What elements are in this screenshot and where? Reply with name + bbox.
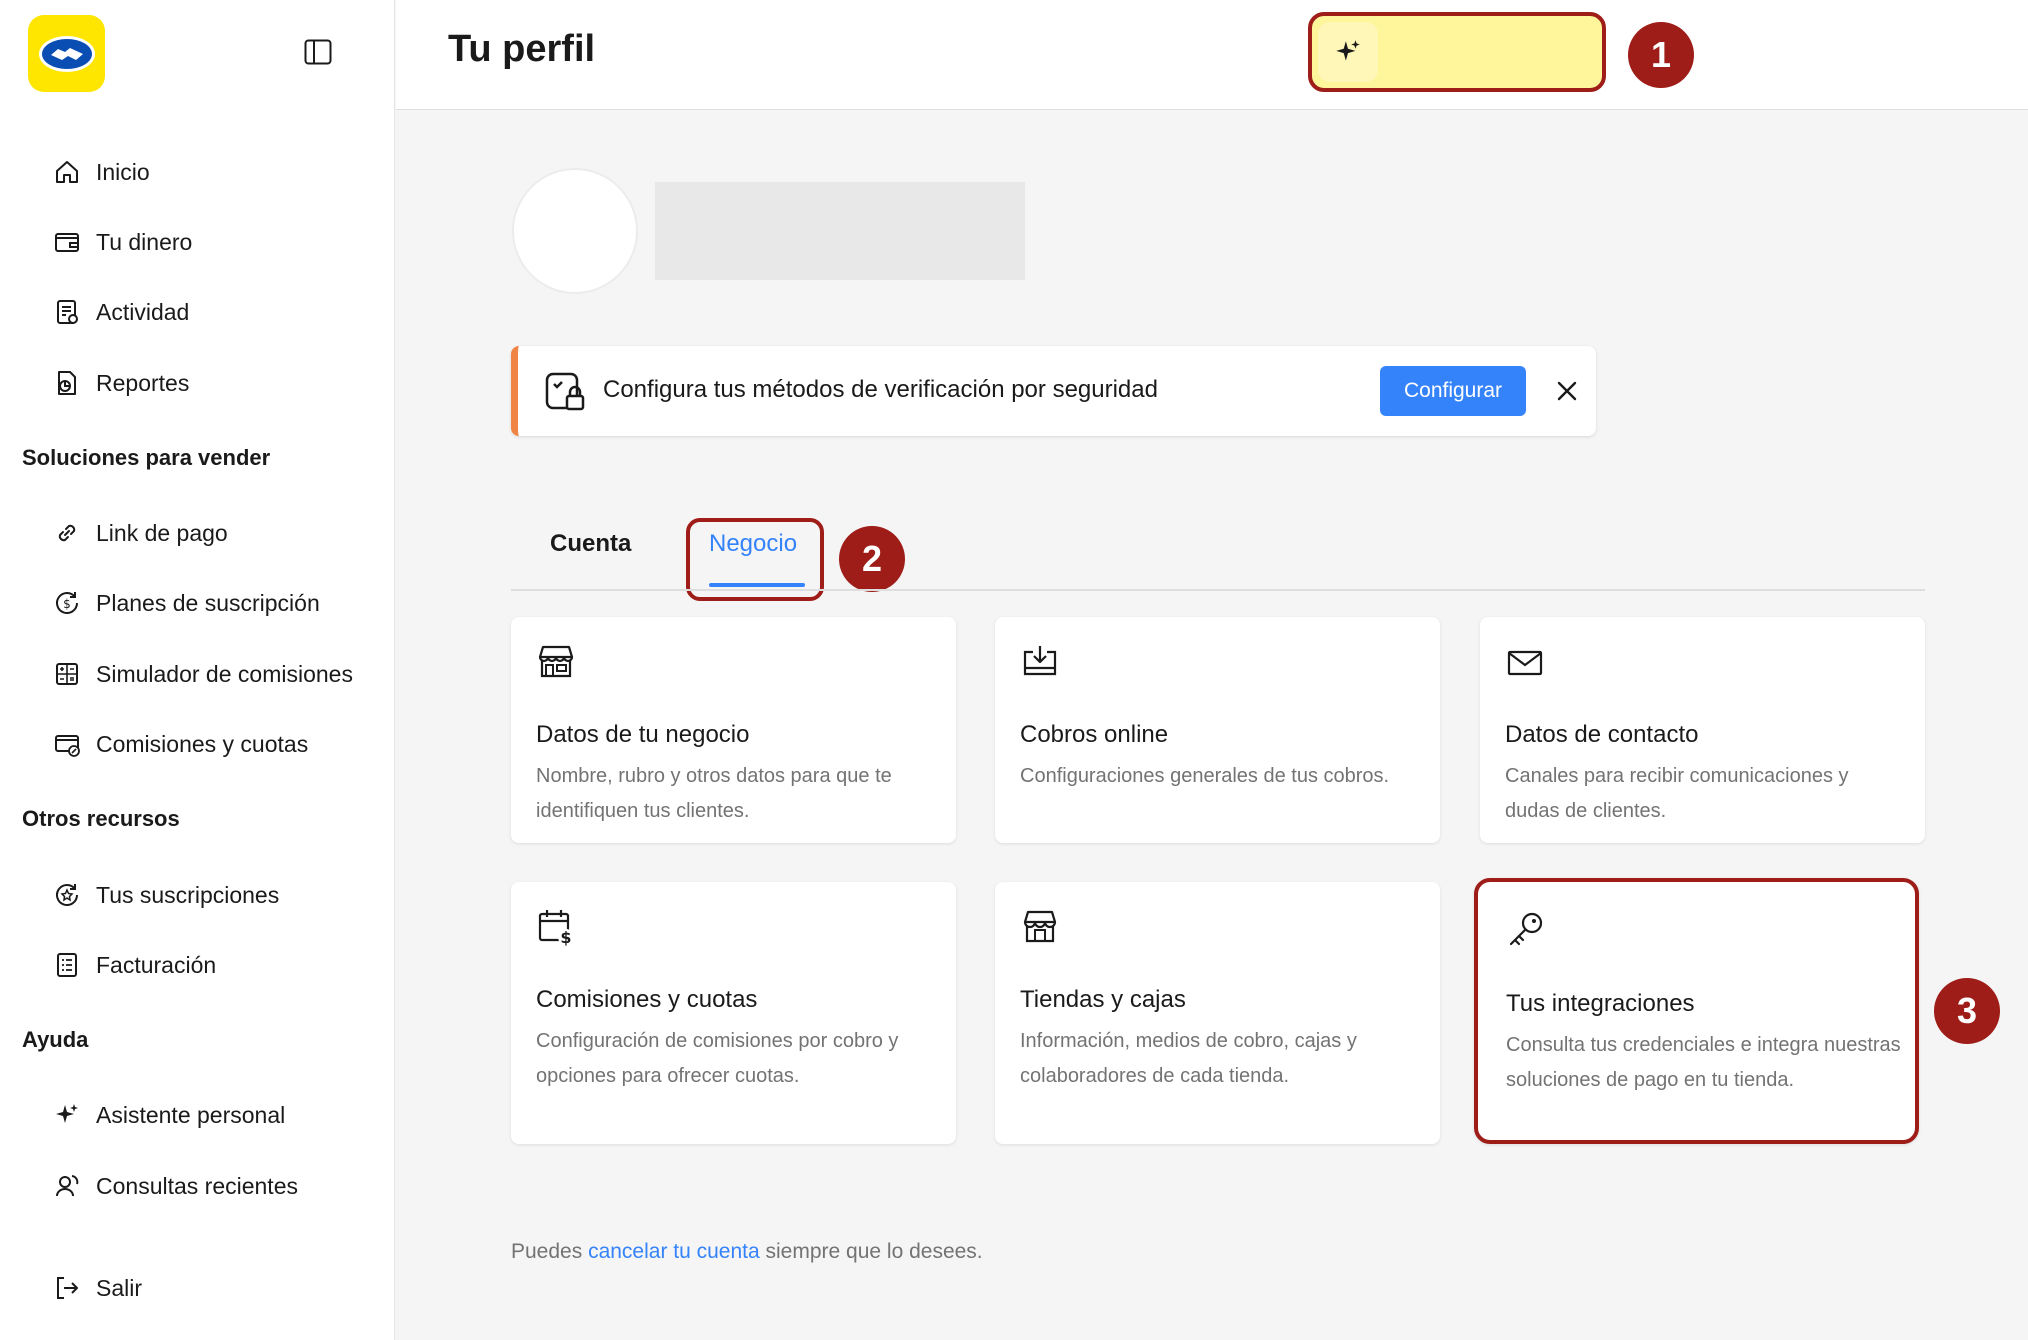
sidebar-item-comisiones[interactable]: Comisiones y cuotas xyxy=(50,719,308,769)
sidebar-item-label: Inicio xyxy=(96,158,150,185)
sidebar-toggle-button[interactable] xyxy=(300,34,336,70)
logout-button[interactable]: Salir xyxy=(50,1263,142,1313)
sidebar-item-label: Facturación xyxy=(96,951,217,978)
card-description: Información, medios de cobro, cajas y co… xyxy=(1020,1030,1357,1087)
tab-cuenta[interactable]: Cuenta xyxy=(550,530,631,558)
card-description: Canales para recibir comunicaciones y du… xyxy=(1505,765,1849,822)
banner-text: Configura tus métodos de verificación po… xyxy=(603,376,1158,403)
key-icon xyxy=(1506,910,1546,950)
logout-icon xyxy=(50,1271,84,1305)
card-datos-contacto[interactable]: Datos de contacto Canales para recibir c… xyxy=(1480,617,1925,843)
sidebar-item-label: Tu dinero xyxy=(96,228,193,255)
download-tray-icon xyxy=(1020,642,1060,682)
sidebar-item-actividad[interactable]: Actividad xyxy=(50,287,189,337)
mercadopago-logo[interactable] xyxy=(28,15,105,92)
shop-icon xyxy=(1020,907,1060,947)
assistant-search-bar[interactable] xyxy=(1308,12,1606,92)
profile-name-placeholder xyxy=(655,182,1025,280)
section-title-otros-recursos: Otros recursos xyxy=(22,806,180,831)
configurar-button[interactable]: Configurar xyxy=(1380,366,1526,416)
tab-negocio[interactable]: Negocio xyxy=(709,530,797,558)
sidebar-item-simulador[interactable]: Simulador de comisiones xyxy=(50,649,353,699)
assistant-button[interactable] xyxy=(1318,22,1378,82)
card-description: Configuraciones generales de tus cobros. xyxy=(1020,765,1390,787)
section-title-soluciones: Soluciones para vender xyxy=(22,445,271,470)
wallet-icon xyxy=(50,225,84,259)
card-comisiones-cuotas[interactable]: $ Comisiones y cuotas Configuración de c… xyxy=(511,882,956,1144)
home-icon xyxy=(50,155,84,189)
card-title: Tiendas y cajas xyxy=(1020,986,1186,1013)
handshake-icon xyxy=(38,35,95,72)
card-description: Consulta tus credenciales e integra nues… xyxy=(1506,1034,1901,1091)
link-icon xyxy=(50,516,84,550)
sidebar-item-label: Tus suscripciones xyxy=(96,881,280,908)
subscription-plan-icon: $ xyxy=(50,586,84,620)
store-icon xyxy=(536,642,576,682)
calendar-money-icon: $ xyxy=(536,907,576,947)
svg-text:$: $ xyxy=(560,928,571,947)
card-title: Datos de tu negocio xyxy=(536,721,750,748)
sidebar-item-label: Comisiones y cuotas xyxy=(96,730,309,757)
security-banner: Configura tus métodos de verificación po… xyxy=(511,346,1596,436)
tabs-divider xyxy=(511,589,1925,591)
section-title-ayuda: Ayuda xyxy=(22,1027,89,1052)
sidebar-panel-icon xyxy=(304,39,332,65)
sidebar-item-label: Actividad xyxy=(96,298,190,325)
close-icon[interactable] xyxy=(1548,372,1586,410)
card-cobros-online[interactable]: Cobros online Configuraciones generales … xyxy=(995,617,1440,843)
sidebar-item-label: Reportes xyxy=(96,369,190,396)
invoice-icon xyxy=(50,948,84,982)
sidebar-item-asistente[interactable]: Asistente personal xyxy=(50,1090,285,1140)
sidebar-item-label: Consultas recientes xyxy=(96,1172,298,1199)
support-icon xyxy=(50,1169,84,1203)
calculator-icon xyxy=(50,657,84,691)
sparkle-icon xyxy=(1336,40,1360,61)
sidebar-item-label: Link de pago xyxy=(96,519,228,546)
star-badge-icon xyxy=(50,878,84,912)
sidebar-item-reportes[interactable]: Reportes xyxy=(50,358,189,408)
commission-icon xyxy=(50,727,84,761)
sidebar-item-consultas[interactable]: Consultas recientes xyxy=(50,1161,298,1211)
sparkle-icon xyxy=(50,1098,84,1132)
top-header: Tu perfil xyxy=(396,0,2028,110)
envelope-icon xyxy=(1505,642,1545,682)
logout-label: Salir xyxy=(96,1274,143,1301)
annotation-badge-2: 2 xyxy=(839,526,905,592)
sidebar: Inicio Tu dinero Actividad Reportes Solu… xyxy=(0,0,395,1340)
sidebar-item-label: Asistente personal xyxy=(96,1101,286,1128)
assistant-input[interactable] xyxy=(1390,22,1592,82)
footer-text-after: siempre que lo desees. xyxy=(759,1240,983,1263)
card-title: Comisiones y cuotas xyxy=(536,986,758,1013)
card-title: Datos de contacto xyxy=(1505,721,1699,748)
card-description: Nombre, rubro y otros datos para que te … xyxy=(536,765,892,822)
card-tus-integraciones[interactable]: Tus integraciones Consulta tus credencia… xyxy=(1474,878,1919,1144)
annotation-badge-1: 1 xyxy=(1628,22,1694,88)
tab-active-indicator xyxy=(709,583,805,587)
footer-text: Puedes cancelar tu cuenta siempre que lo… xyxy=(511,1240,983,1264)
page-title: Tu perfil xyxy=(448,28,596,70)
annotation-badge-3: 3 xyxy=(1934,978,2000,1044)
activity-icon xyxy=(50,295,84,329)
card-datos-negocio[interactable]: Datos de tu negocio Nombre, rubro y otro… xyxy=(511,617,956,843)
card-tiendas-cajas[interactable]: Tiendas y cajas Información, medios de c… xyxy=(995,882,1440,1144)
sidebar-item-inicio[interactable]: Inicio xyxy=(50,147,150,197)
sidebar-item-tus-suscripciones[interactable]: Tus suscripciones xyxy=(50,870,279,920)
cancel-account-link[interactable]: cancelar tu cuenta xyxy=(588,1240,760,1263)
security-lock-icon xyxy=(543,370,587,414)
reports-icon xyxy=(50,366,84,400)
card-title: Cobros online xyxy=(1020,721,1169,748)
avatar[interactable] xyxy=(512,168,638,294)
svg-text:$: $ xyxy=(63,597,71,611)
sidebar-item-link-de-pago[interactable]: Link de pago xyxy=(50,508,228,558)
card-title: Tus integraciones xyxy=(1506,990,1695,1017)
card-description: Configuración de comisiones por cobro y … xyxy=(536,1030,899,1087)
sidebar-item-label: Planes de suscripción xyxy=(96,589,320,616)
sidebar-item-label: Simulador de comisiones xyxy=(96,660,353,687)
sidebar-item-planes-suscripcion[interactable]: $ Planes de suscripción xyxy=(50,578,320,628)
sidebar-item-facturacion[interactable]: Facturación xyxy=(50,940,216,990)
sidebar-item-tu-dinero[interactable]: Tu dinero xyxy=(50,217,192,267)
footer-text-before: Puedes xyxy=(511,1240,589,1263)
